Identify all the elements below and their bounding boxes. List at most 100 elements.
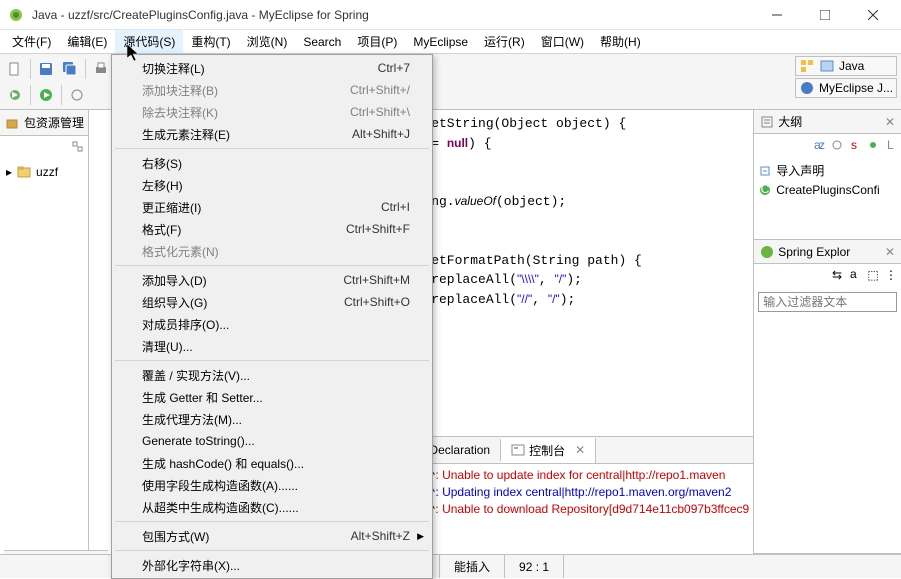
package-explorer: 包资源管理 ▸ uzzf: [0, 110, 89, 554]
svg-text:a: a: [850, 269, 857, 281]
collapse-all-button[interactable]: [70, 139, 86, 155]
spring-explorer-tab[interactable]: Spring Explor ✕: [754, 240, 901, 264]
perspective-java[interactable]: Java: [795, 56, 897, 76]
svg-text:C: C: [761, 183, 770, 196]
source-menu-item-16[interactable]: 覆盖 / 实现方法(V)...: [114, 364, 430, 386]
import-icon: [758, 164, 772, 178]
spring-title: Spring Explor: [778, 245, 850, 259]
source-menu-item-17[interactable]: 生成 Getter 和 Setter...: [114, 386, 430, 408]
expand-icon[interactable]: ▸: [6, 165, 12, 179]
svg-text:▸: ▸: [12, 87, 18, 101]
open-perspective-icon: [799, 58, 815, 74]
hide-fields-button[interactable]: [829, 137, 845, 153]
debug-button[interactable]: ▸: [4, 84, 26, 106]
menu-1[interactable]: 编辑(E): [59, 30, 115, 53]
spring-btn-2[interactable]: a: [847, 267, 863, 283]
source-menu-item-3[interactable]: 生成元素注释(E)Alt+Shift+J: [114, 123, 430, 145]
minimize-button[interactable]: [757, 3, 797, 27]
sort-button[interactable]: az: [811, 137, 827, 153]
maximize-button[interactable]: [805, 3, 845, 27]
package-explorer-title: 包资源管理: [24, 114, 84, 131]
print-button[interactable]: [90, 58, 112, 80]
source-menu-item-8[interactable]: 格式(F)Ctrl+Shift+F: [114, 218, 430, 240]
source-menu-item-22[interactable]: 从超类中生成构造函数(C)......: [114, 496, 430, 518]
source-menu-item-7[interactable]: 更正缩进(I)Ctrl+I: [114, 196, 430, 218]
menu-4[interactable]: 浏览(N): [239, 30, 296, 53]
menu-bar: 文件(F)编辑(E)源代码(S)重构(T)浏览(N)Search项目(P)MyE…: [0, 30, 901, 54]
menu-5[interactable]: Search: [295, 32, 349, 52]
spring-filter-input[interactable]: [758, 292, 897, 312]
source-menu-item-1: 添加块注释(B)Ctrl+Shift+/: [114, 79, 430, 101]
menu-3[interactable]: 重构(T): [183, 30, 238, 53]
source-menu-item-11[interactable]: 添加导入(D)Ctrl+Shift+M: [114, 269, 430, 291]
package-explorer-toolbar: [0, 136, 88, 158]
package-explorer-tab[interactable]: 包资源管理: [0, 110, 88, 136]
outline-item[interactable]: 导入声明: [758, 160, 897, 181]
spring-btn-3[interactable]: ⬚: [865, 267, 881, 283]
bottom-tabs: Declaration 控制台 ✕: [419, 436, 753, 464]
class-icon: C: [758, 183, 772, 197]
myeclipse-label: MyEclipse J...: [819, 81, 893, 95]
source-menu-item-20[interactable]: 生成 hashCode() 和 equals()...: [114, 452, 430, 474]
close-icon[interactable]: ✕: [885, 245, 895, 259]
source-menu-item-14[interactable]: 清理(U)...: [114, 335, 430, 357]
project-icon: [16, 164, 32, 180]
source-menu-item-21[interactable]: 使用字段生成构造函数(A)......: [114, 474, 430, 496]
menu-2[interactable]: 源代码(S): [115, 30, 183, 53]
console-icon: [511, 443, 525, 457]
source-menu-item-18[interactable]: 生成代理方法(M)...: [114, 408, 430, 430]
svg-text:s: s: [851, 139, 857, 151]
close-tab-icon[interactable]: ✕: [575, 443, 585, 457]
menu-8[interactable]: 运行(R): [476, 30, 533, 53]
right-panel: 大纲 ✕ az s L 导入声明CCreatePluginsConfi Spri…: [753, 110, 901, 554]
outline-icon: [760, 115, 774, 129]
menu-0[interactable]: 文件(F): [4, 30, 59, 53]
source-menu-item-24[interactable]: 包围方式(W)Alt+Shift+Z▶: [114, 525, 430, 547]
spring-btn-1[interactable]: ⇆: [829, 267, 845, 283]
editor-console-area: getString(Object object) { == null) { ";…: [419, 110, 753, 554]
console-line: 少: Unable to update index for central|ht…: [423, 466, 749, 483]
menu-7[interactable]: MyEclipse: [405, 32, 476, 52]
myeclipse-icon: [799, 80, 815, 96]
source-menu-item-5[interactable]: 右移(S): [114, 152, 430, 174]
spring-icon: [760, 245, 774, 259]
save-all-button[interactable]: [59, 58, 81, 80]
source-menu-item-19[interactable]: Generate toString()...: [114, 430, 430, 452]
source-menu-item-13[interactable]: 对成员排序(O)...: [114, 313, 430, 335]
source-menu-dropdown: 切换注释(L)Ctrl+7添加块注释(B)Ctrl+Shift+/除去块注释(K…: [111, 54, 433, 579]
source-menu-item-0[interactable]: 切换注释(L)Ctrl+7: [114, 57, 430, 79]
tab-console[interactable]: 控制台 ✕: [501, 438, 596, 463]
tree-item-project[interactable]: ▸ uzzf: [4, 162, 84, 182]
hide-static-button[interactable]: s: [847, 137, 863, 153]
run-button[interactable]: [35, 84, 57, 106]
outline-item[interactable]: CCreatePluginsConfi: [758, 181, 897, 199]
hide-nonpublic-button[interactable]: [865, 137, 881, 153]
project-name: uzzf: [36, 165, 58, 179]
hide-local-button[interactable]: L: [883, 137, 899, 153]
more-button[interactable]: [66, 84, 88, 106]
console-output[interactable]: 少: Unable to update index for central|ht…: [419, 464, 753, 554]
code-editor[interactable]: getString(Object object) { == null) { ";…: [419, 110, 753, 436]
menu-10[interactable]: 帮助(H): [592, 30, 649, 53]
outline-tab[interactable]: 大纲 ✕: [754, 110, 901, 134]
java-perspective-icon: [819, 58, 835, 74]
new-button[interactable]: [4, 58, 26, 80]
source-menu-item-12[interactable]: 组织导入(G)Ctrl+Shift+O: [114, 291, 430, 313]
project-tree: ▸ uzzf: [0, 158, 88, 186]
window-title: Java - uzzf/src/CreatePluginsConfig.java…: [32, 8, 757, 22]
close-icon[interactable]: ✕: [885, 115, 895, 129]
spring-btn-4[interactable]: ⋮: [883, 267, 899, 283]
java-perspective-label: Java: [839, 59, 864, 73]
menu-6[interactable]: 项目(P): [349, 30, 405, 53]
status-insert: 能插入: [440, 555, 505, 578]
svg-text:z: z: [819, 139, 825, 151]
close-button[interactable]: [853, 3, 893, 27]
save-button[interactable]: [35, 58, 57, 80]
source-menu-item-6[interactable]: 左移(H): [114, 174, 430, 196]
source-menu-item-26[interactable]: 外部化字符串(X)...: [114, 554, 430, 576]
perspective-myeclipse[interactable]: MyEclipse J...: [795, 78, 897, 98]
menu-9[interactable]: 窗口(W): [533, 30, 592, 53]
console-line: 少: Updating index central|http://repo1.m…: [423, 483, 749, 500]
source-menu-item-2: 除去块注释(K)Ctrl+Shift+\: [114, 101, 430, 123]
source-menu-item-9: 格式化元素(N): [114, 240, 430, 262]
